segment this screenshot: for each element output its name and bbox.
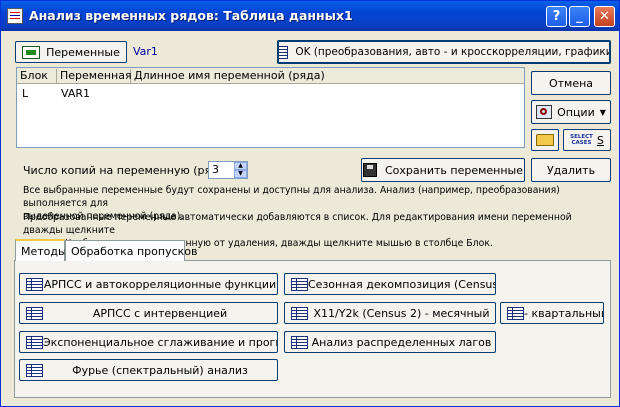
- save-icon: [363, 163, 377, 177]
- title-bar[interactable]: Анализ временных рядов: Таблица данных1 …: [1, 1, 619, 31]
- grid-icon: [291, 306, 308, 320]
- spin-up-icon[interactable]: ▲: [234, 162, 247, 170]
- folder-icon: [536, 134, 554, 146]
- seasonal-label: Сезонная декомпозиция (Census 1): [308, 277, 496, 291]
- copies-spinner[interactable]: 3 ▲ ▼: [208, 161, 248, 179]
- x11-monthly-label: X11/Y2k (Census 2) - месячный: [313, 306, 490, 320]
- select-cases-button[interactable]: SELECT CASES S: [563, 129, 611, 151]
- copies-value[interactable]: 3: [212, 163, 219, 176]
- variables-button[interactable]: Переменные: [15, 41, 127, 63]
- variables-button-label: Переменные: [46, 45, 120, 59]
- exp-smoothing-button[interactable]: Экспоненциальное сглаживание и прогноз: [19, 331, 278, 353]
- grid-icon: [26, 277, 43, 291]
- cancel-button[interactable]: Отмена: [531, 71, 611, 95]
- window-title: Анализ временных рядов: Таблица данных1: [29, 8, 353, 23]
- selected-variable: Var1: [133, 45, 158, 58]
- fourier-label: Фурье (спектральный) анализ: [72, 363, 248, 377]
- table-row[interactable]: L VAR1: [17, 86, 524, 101]
- fourier-button[interactable]: Фурье (спектральный) анализ: [19, 359, 278, 381]
- column-header-block[interactable]: Блок: [17, 69, 57, 83]
- minimize-button[interactable]: _: [569, 6, 590, 27]
- quarterly-button[interactable]: - квартальный: [500, 302, 604, 324]
- tab-missing-data[interactable]: Обработка пропусков: [65, 240, 197, 261]
- delete-button[interactable]: Удалить: [531, 158, 611, 182]
- variables-table[interactable]: Блок Переменная Длинное имя переменной (…: [16, 67, 525, 148]
- spin-down-icon[interactable]: ▼: [234, 170, 247, 178]
- table-header: Блок Переменная Длинное имя переменной (…: [17, 68, 524, 84]
- arima-intervention-label: АРПСС с интервенцией: [92, 306, 228, 320]
- options-label: Опции: [557, 105, 595, 119]
- x11-monthly-button[interactable]: X11/Y2k (Census 2) - месячный: [284, 302, 496, 324]
- column-header-variable[interactable]: Переменная: [57, 69, 132, 83]
- quarterly-label: - квартальный: [524, 306, 604, 320]
- grid-icon: [26, 335, 43, 349]
- options-button[interactable]: Опции ▼: [531, 100, 611, 124]
- tab-methods[interactable]: Методы: [15, 239, 67, 261]
- help-button[interactable]: ?: [546, 6, 567, 27]
- save-variables-button[interactable]: Сохранить переменные: [361, 158, 525, 182]
- options-icon: [536, 105, 553, 119]
- distributed-lags-label: Анализ распределенных лагов: [311, 335, 492, 349]
- arima-acf-label: АРПСС и автокорреляционные функции: [43, 277, 277, 291]
- grid-icon: [26, 306, 43, 320]
- row-variable-cell[interactable]: VAR1: [61, 87, 90, 100]
- copies-label: Число копий на переменную (ряд):: [23, 164, 227, 177]
- column-header-long-name[interactable]: Длинное имя переменной (ряда): [131, 69, 524, 83]
- row-block-cell[interactable]: L: [22, 87, 28, 100]
- arima-acf-button[interactable]: АРПСС и автокорреляционные функции: [19, 273, 278, 295]
- grid-icon: [291, 335, 308, 349]
- close-button[interactable]: ✕: [594, 6, 615, 27]
- grid-icon: [291, 277, 308, 291]
- save-variables-label: Сохранить переменные: [385, 163, 523, 177]
- exp-smoothing-label: Экспоненциальное сглаживание и прогноз: [43, 335, 278, 349]
- chevron-down-icon: ▼: [599, 107, 606, 117]
- seasonal-decomposition-button[interactable]: Сезонная декомпозиция (Census 1): [284, 273, 496, 295]
- arima-intervention-button[interactable]: АРПСС с интервенцией: [19, 302, 278, 324]
- grid-icon: [507, 306, 524, 320]
- grid-icon: [26, 363, 43, 377]
- select-cases-icon: SELECT CASES: [570, 134, 593, 146]
- variables-icon: [22, 45, 41, 59]
- open-folder-button[interactable]: [531, 129, 559, 151]
- ok-icon: [279, 45, 289, 59]
- ok-button-label: OK (преобразования, авто - и кросскоррел…: [295, 46, 611, 58]
- dialog-window: Анализ временных рядов: Таблица данных1 …: [0, 0, 620, 407]
- ok-button[interactable]: OK (преобразования, авто - и кросскоррел…: [277, 40, 611, 64]
- distributed-lags-button[interactable]: Анализ распределенных лагов: [284, 331, 496, 353]
- s-label: S: [596, 133, 604, 147]
- app-icon: [7, 8, 23, 24]
